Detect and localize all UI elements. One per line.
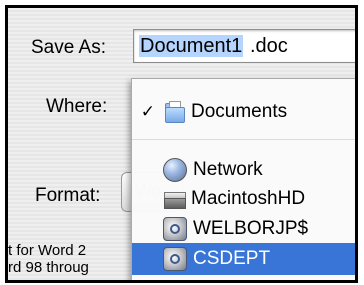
menu-item-network[interactable]: Network [132,155,355,185]
server-icon [163,247,187,271]
menu-item-label: Network [193,159,263,180]
menu-item-documents[interactable]: ✓ Documents [132,97,355,127]
server-icon [163,217,187,241]
format-description-line2: rd 98 throug [8,259,89,276]
menu-item-welborjp[interactable]: WELBORJP$ [132,214,355,244]
disk-icon [163,188,186,210]
menu-item-label: MacintoshHD [191,188,306,209]
save-as-label: Save As: [31,37,106,58]
filename-extension: .doc [250,35,288,57]
where-popup-menu: ✓ Documents Network MacintoshHD WELBORJP… [131,78,355,280]
menu-item-csdept[interactable]: CSDEPT [132,243,355,275]
checkmark-icon: ✓ [140,102,155,121]
menu-item-macintoshhd[interactable]: MacintoshHD [132,184,355,214]
format-description-line1: t for Word 2 [8,242,87,259]
filename-selected-text: Document1 [139,35,244,57]
folder-icon [163,101,185,123]
menu-item-label: Documents [191,101,288,122]
menu-separator [132,139,355,140]
menu-item-label: CSDEPT [193,248,271,269]
menu-item-label: WELBORJP$ [193,218,309,239]
format-label: Format: [35,185,101,206]
save-dialog-frame: Save As: Document1 .doc Where: Format: W… [5,5,358,283]
filename-input[interactable]: Document1 .doc [133,29,355,63]
globe-icon [163,158,187,182]
where-label: Where: [46,96,108,117]
